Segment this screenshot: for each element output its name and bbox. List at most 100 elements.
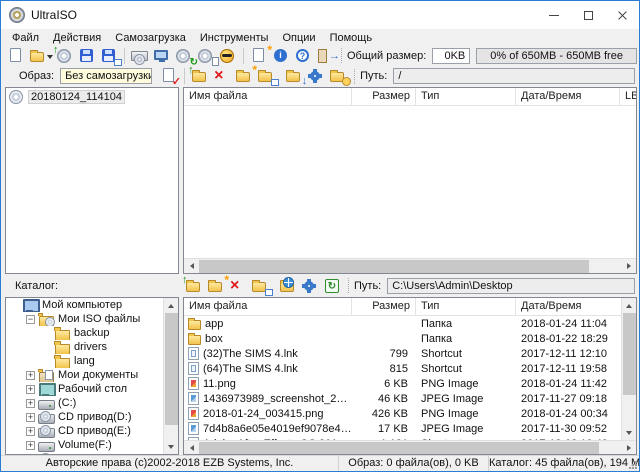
menu-item[interactable]: Помощь: [323, 31, 380, 45]
tree-item[interactable]: CD привод(D:): [6, 410, 163, 424]
file-row[interactable]: (32)The SIMS 4.lnk799Shortcut2017-12-11 …: [184, 346, 621, 361]
make-image-icon: [198, 49, 212, 63]
scroll-right-button[interactable]: [621, 440, 636, 455]
add-files-button[interactable]: [189, 67, 211, 85]
menu-item[interactable]: Инструменты: [193, 31, 276, 45]
tree-item-label: CD привод(E:): [58, 425, 131, 437]
extract-button[interactable]: [283, 67, 305, 85]
add-to-image-button[interactable]: [183, 277, 205, 295]
column-header-size[interactable]: Размер: [352, 88, 416, 105]
expander-icon[interactable]: [26, 385, 35, 394]
tree-item[interactable]: CD привод(G:): [6, 452, 163, 454]
view-button[interactable]: [327, 67, 349, 85]
image-path-field[interactable]: /: [393, 68, 635, 84]
vscroll-thumb[interactable]: [623, 313, 636, 395]
expander-icon[interactable]: [26, 315, 35, 324]
expander-icon[interactable]: [26, 413, 35, 422]
menu-item[interactable]: Самозагрузка: [108, 31, 193, 45]
hscroll-thumb[interactable]: [199, 260, 589, 273]
local-delete-button[interactable]: [227, 277, 249, 295]
expander-icon[interactable]: [26, 371, 35, 380]
column-header-date[interactable]: Дата/Время: [516, 88, 620, 105]
local-list-vscrollbar[interactable]: [621, 298, 636, 440]
menu-item[interactable]: Действия: [46, 31, 108, 45]
column-header-type[interactable]: Тип: [416, 88, 516, 105]
column-header-size[interactable]: Размер: [352, 298, 416, 315]
column-header-name[interactable]: Имя файла: [184, 298, 352, 315]
refresh-button[interactable]: [321, 277, 343, 295]
file-row[interactable]: 7d4b8a6e05e4019ef9078e4d9e8.jpg17 KBJPEG…: [184, 421, 621, 436]
scroll-left-button[interactable]: [184, 259, 199, 274]
file-row[interactable]: boxПапка2018-01-22 18:29: [184, 331, 621, 346]
new-folder-button[interactable]: [233, 67, 255, 85]
menu-item[interactable]: Опции: [275, 31, 322, 45]
expander-icon[interactable]: [26, 441, 35, 450]
info-button[interactable]: [270, 47, 292, 65]
hscroll-thumb[interactable]: [199, 442, 599, 454]
image-root-item[interactable]: 20180124_114104: [6, 88, 178, 105]
delete-button[interactable]: [211, 67, 233, 85]
local-path-field[interactable]: C:\Users\Admin\Desktop: [387, 278, 635, 294]
tree-item[interactable]: Мой компьютер: [6, 298, 163, 312]
convert-button[interactable]: [173, 47, 195, 65]
tree-item[interactable]: lang: [6, 354, 163, 368]
rename-button[interactable]: [255, 67, 277, 85]
vscroll-thumb[interactable]: [165, 313, 178, 425]
local-rename-button[interactable]: [249, 277, 271, 295]
browse-globe-icon: [283, 277, 294, 288]
tree-item[interactable]: Мои ISO файлы: [6, 312, 163, 326]
expander-icon[interactable]: [26, 427, 35, 436]
image-list-hscrollbar[interactable]: [184, 258, 636, 273]
local-list-hscrollbar[interactable]: [184, 440, 636, 454]
column-header-lba[interactable]: LBA: [620, 88, 636, 105]
save-as-button[interactable]: [98, 47, 120, 65]
tree-item[interactable]: CD привод(E:): [6, 424, 163, 438]
column-header-date[interactable]: Дата/Время: [516, 298, 621, 315]
column-header-name[interactable]: Имя файла: [184, 88, 352, 105]
resize-grip[interactable]: [629, 461, 637, 469]
file-row[interactable]: 11.png6 KBPNG Image2018-01-24 11:42: [184, 376, 621, 391]
scroll-up-button[interactable]: [164, 298, 179, 313]
compress-iso-button[interactable]: [217, 47, 239, 65]
file-row[interactable]: 2018-01-24_003415.png426 KBPNG Image2018…: [184, 406, 621, 421]
properties-button[interactable]: [305, 67, 327, 85]
file-row[interactable]: 1436973989_screenshot_2015-07-...46 KBJP…: [184, 391, 621, 406]
virtual-drive-button[interactable]: [151, 47, 173, 65]
browse-button[interactable]: [277, 277, 299, 295]
scroll-down-button[interactable]: [164, 439, 179, 454]
tree-item[interactable]: drivers: [6, 340, 163, 354]
help-button[interactable]: [292, 47, 314, 65]
scroll-up-button[interactable]: [622, 298, 637, 313]
tree-item[interactable]: Volume(F:): [6, 438, 163, 452]
local-label: Каталог:: [15, 280, 58, 292]
save-button[interactable]: [76, 47, 98, 65]
column-header-type[interactable]: Тип: [416, 298, 516, 315]
scroll-down-button[interactable]: [622, 425, 637, 440]
tree-item[interactable]: Мои документы: [6, 368, 163, 382]
exit-button[interactable]: [314, 47, 336, 65]
menu-item[interactable]: Файл: [5, 31, 46, 45]
maximize-button[interactable]: [571, 1, 605, 29]
burn-cd-button[interactable]: [129, 47, 151, 65]
scroll-left-button[interactable]: [184, 440, 199, 455]
verify-button[interactable]: [248, 47, 270, 65]
setup-button[interactable]: [299, 277, 321, 295]
file-icon: [188, 377, 199, 390]
open-folder-button[interactable]: [205, 277, 227, 295]
expander-icon[interactable]: [26, 399, 35, 408]
file-row[interactable]: (64)The SIMS 4.lnk815Shortcut2017-12-11 …: [184, 361, 621, 376]
scroll-right-button[interactable]: [621, 259, 636, 274]
tree-item[interactable]: backup: [6, 326, 163, 340]
close-button[interactable]: [605, 1, 639, 29]
mount-button[interactable]: [54, 47, 76, 65]
make-image-button[interactable]: [195, 47, 217, 65]
file-row[interactable]: appПапка2018-01-24 11:04: [184, 316, 621, 331]
tree-item[interactable]: (C:): [6, 396, 163, 410]
local-tree-vscrollbar[interactable]: [163, 298, 178, 454]
new-image-button[interactable]: [5, 47, 27, 65]
open-button[interactable]: [27, 47, 54, 65]
tree-item[interactable]: Рабочий стол: [6, 382, 163, 396]
minimize-button[interactable]: [537, 1, 571, 29]
open-folder-icon: [208, 282, 222, 292]
boot-check-button[interactable]: [158, 67, 180, 85]
